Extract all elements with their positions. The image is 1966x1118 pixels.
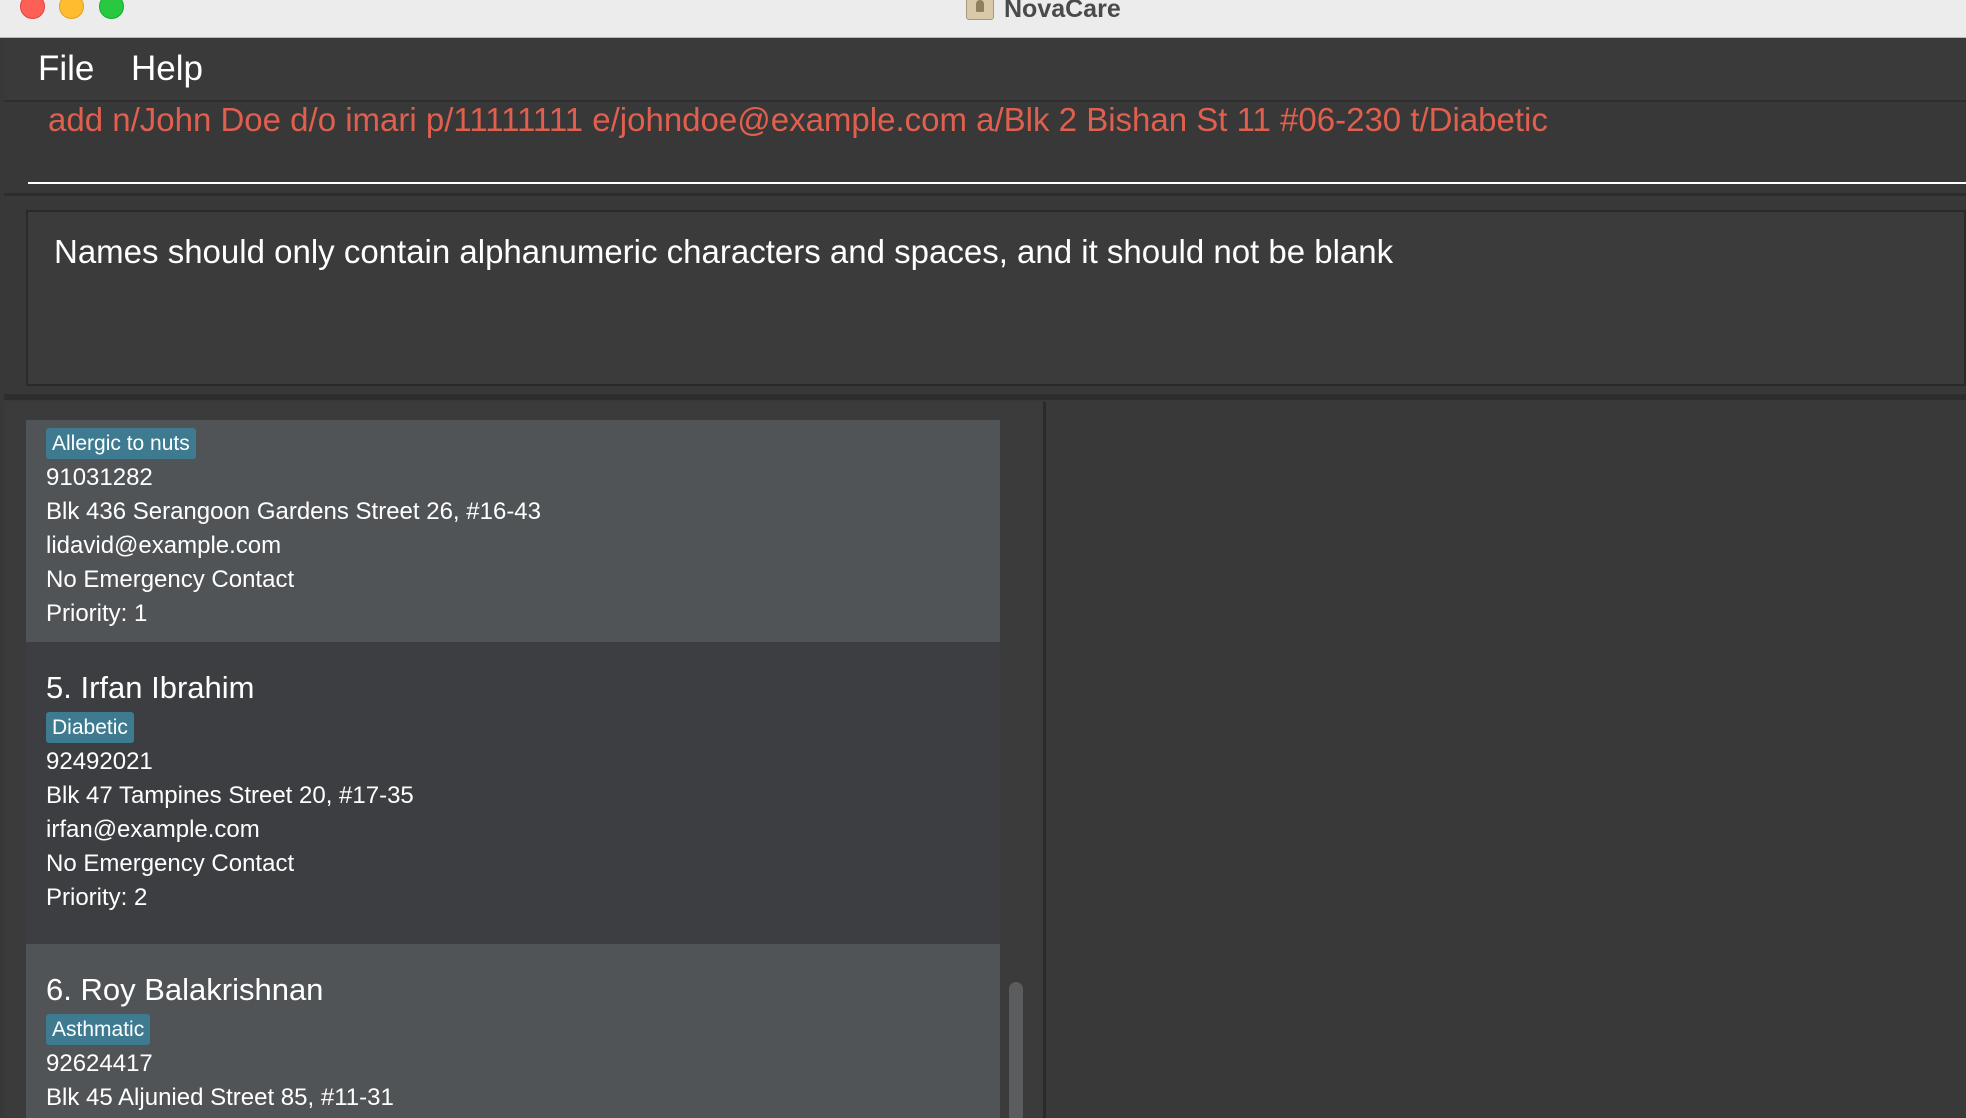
person-list[interactable]: Allergic to nuts 91031282 Blk 436 Serang… [26,420,1000,1118]
menu-bar: File Help [4,38,1966,102]
command-box [4,104,1966,196]
person-card[interactable]: 6. Roy Balakrishnan Asthmatic 92624417 B… [26,944,1000,1118]
person-emergency-contact: No Emergency Contact [46,850,295,877]
minimize-window-button[interactable] [59,0,84,19]
menu-help[interactable]: Help [131,49,203,89]
person-card[interactable]: 5. Irfan Ibrahim Diabetic 92492021 Blk 4… [26,642,1000,944]
person-tag: Asthmatic [46,1014,151,1045]
result-box[interactable]: Names should only contain alphanumeric c… [26,210,1966,386]
person-phone: 92492021 [46,748,153,775]
close-window-button[interactable] [20,0,45,19]
result-display: Names should only contain alphanumeric c… [4,200,1966,400]
person-address: Blk 436 Serangoon Gardens Street 26, #16… [46,498,541,525]
menu-file[interactable]: File [38,49,94,89]
person-card[interactable]: Allergic to nuts 91031282 Blk 436 Serang… [26,420,1000,642]
person-address: Blk 45 Aljunied Street 85, #11-31 [46,1084,394,1111]
person-priority: Priority: 2 [46,884,148,911]
person-emergency-contact: No Emergency Contact [46,566,295,593]
person-address: Blk 47 Tampines Street 20, #17-35 [46,782,414,809]
person-name: 5. Irfan Ibrahim [46,670,255,705]
window-title: NovaCare [1004,0,1121,23]
person-phone: 92624417 [46,1050,153,1077]
title-bar: NovaCare [0,0,1966,38]
scrollbar-thumb[interactable] [1009,982,1023,1118]
app-window: File Help add n/John Doe d/o imari p/111… [4,38,1966,1118]
result-message: Names should only contain alphanumeric c… [54,233,1394,270]
maximize-window-button[interactable] [99,0,124,19]
detail-panel [1049,402,1966,1118]
person-phone: 91031282 [46,464,153,491]
person-email: irfan@example.com [46,816,260,843]
address-book-icon [966,0,994,20]
person-name: 6. Roy Balakrishnan [46,972,324,1007]
list-scrollbar[interactable] [1006,402,1026,1118]
person-list-panel: Allergic to nuts 91031282 Blk 436 Serang… [4,402,1046,1118]
person-email: lidavid@example.com [46,532,282,559]
person-priority: Priority: 1 [46,600,148,627]
person-tag: Diabetic [46,712,134,743]
command-input[interactable] [28,104,1966,184]
person-tag: Allergic to nuts [46,428,196,459]
